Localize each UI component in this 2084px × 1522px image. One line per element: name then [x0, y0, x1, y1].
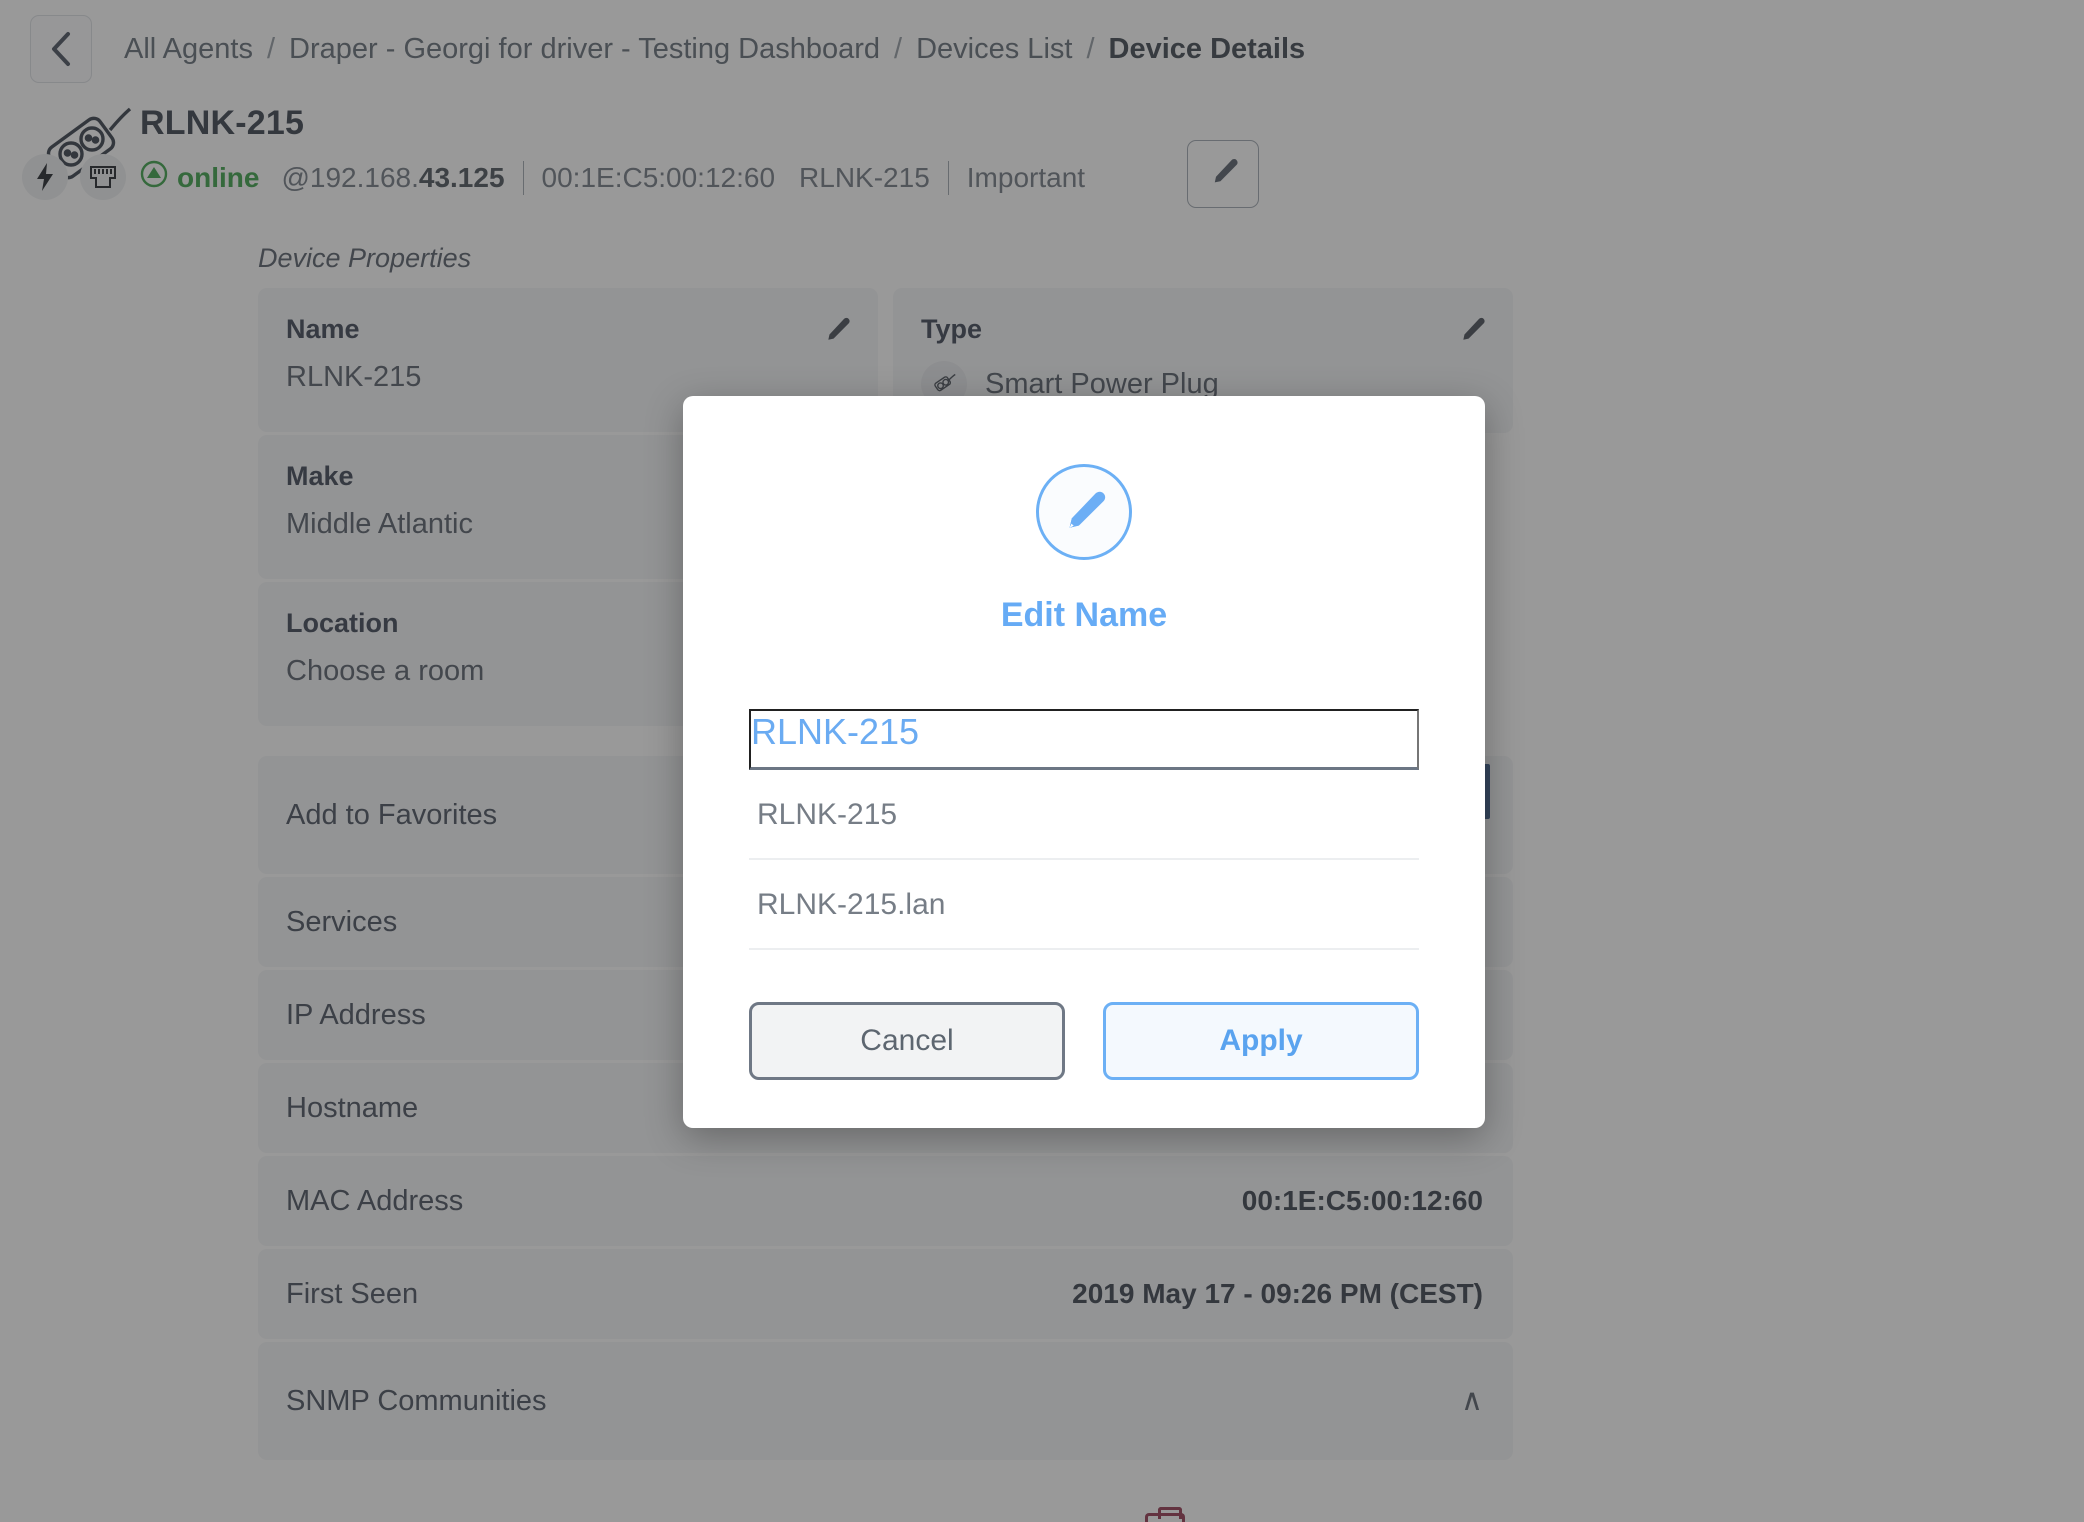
name-input[interactable]	[749, 709, 1419, 770]
device-details-page: All Agents / Draper - Georgi for driver …	[0, 0, 2084, 1522]
suggestion-item-1[interactable]: RLNK-215.lan	[749, 860, 1419, 950]
suggestion-item-0[interactable]: RLNK-215	[749, 770, 1419, 860]
apply-button[interactable]: Apply	[1103, 1002, 1419, 1080]
edit-name-dialog: Edit Name RLNK-215 RLNK-215.lan Cancel A…	[683, 396, 1485, 1128]
dialog-button-row: Cancel Apply	[749, 1002, 1419, 1080]
dialog-title: Edit Name	[1000, 596, 1168, 634]
cancel-button[interactable]: Cancel	[749, 1002, 1065, 1080]
pencil-circle-icon	[1036, 464, 1132, 560]
